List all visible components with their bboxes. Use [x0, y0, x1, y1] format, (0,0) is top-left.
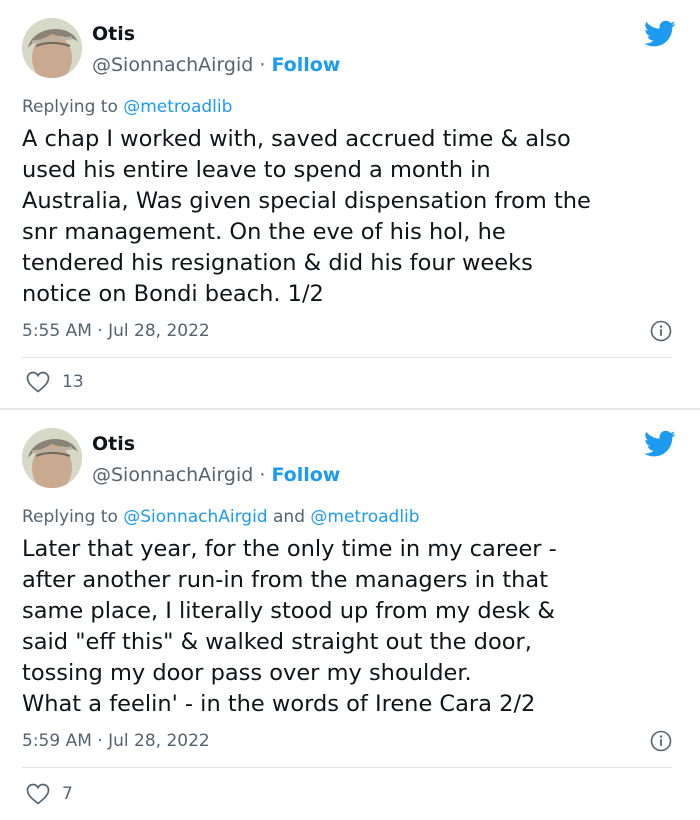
tweet-text-line: tendered his resignation & did his four …: [22, 250, 533, 276]
avatar[interactable]: [22, 428, 82, 488]
tweet-text-line: tossing my door pass over my shoulder.: [22, 660, 472, 686]
display-name[interactable]: Otis: [92, 432, 340, 456]
tweet-text-line: Australia, Was given special dispensatio…: [22, 188, 591, 214]
tweet-text-line: A chap I worked with, saved accrued time…: [22, 126, 571, 152]
tweet-text-line: same place, I literally stood up from my…: [22, 598, 555, 624]
divider: [22, 767, 672, 768]
divider: [22, 357, 672, 358]
tweet-text-line: What a feelin' - in the words of Irene C…: [22, 691, 536, 717]
tweet-text: A chap I worked with, saved accrued time…: [22, 124, 682, 310]
mention-joiner: and: [267, 507, 311, 527]
tweet-text-line: used his entire leave to spend a month i…: [22, 157, 491, 183]
tweet-text-line: Later that year, for the only time in my…: [22, 536, 557, 562]
display-name[interactable]: Otis: [92, 22, 340, 46]
separator-dot: ·: [253, 54, 272, 76]
author-block: Otis @SionnachAirgid · Follow: [92, 22, 340, 78]
twitter-bird-icon[interactable]: [644, 430, 676, 458]
tweet-timestamp[interactable]: 5:59 AM · Jul 28, 2022: [22, 730, 210, 752]
replying-to-line: Replying to @metroadlib: [22, 96, 232, 118]
tweet-text-line: notice on Bondi beach. 1/2: [22, 281, 324, 307]
tweet-timestamp[interactable]: 5:55 AM · Jul 28, 2022: [22, 320, 210, 342]
mention-link[interactable]: @SionnachAirgid: [123, 507, 267, 527]
replying-to-prefix: Replying to: [22, 507, 124, 527]
mention-link[interactable]: @metroadlib: [310, 507, 419, 527]
user-handle[interactable]: @SionnachAirgid: [92, 54, 253, 76]
replying-to-prefix: Replying to: [22, 97, 124, 117]
info-icon[interactable]: [650, 730, 672, 752]
like-count: 13: [62, 372, 84, 392]
tweet-card[interactable]: Otis @SionnachAirgid · Follow Replying t…: [0, 408, 700, 820]
like-count: 7: [62, 784, 73, 804]
tweet-header: Otis @SionnachAirgid · Follow: [22, 18, 678, 78]
heart-icon[interactable]: [26, 371, 50, 393]
tweet-card[interactable]: Otis @SionnachAirgid · Follow Replying t…: [0, 0, 700, 408]
user-handle[interactable]: @SionnachAirgid: [92, 464, 253, 486]
handle-row: @SionnachAirgid · Follow: [92, 462, 340, 488]
tweet-header: Otis @SionnachAirgid · Follow: [22, 428, 678, 488]
tweet-text: Later that year, for the only time in my…: [22, 534, 682, 720]
separator-dot: ·: [253, 464, 272, 486]
twitter-bird-icon[interactable]: [644, 20, 676, 48]
tweet-text-line: said "eff this" & walked straight out th…: [22, 629, 532, 655]
handle-row: @SionnachAirgid · Follow: [92, 52, 340, 78]
avatar[interactable]: [22, 18, 82, 78]
tweet-text-line: snr management. On the eve of his hol, h…: [22, 219, 506, 245]
tweet-text-line: after another run-in from the managers i…: [22, 567, 549, 593]
follow-button[interactable]: Follow: [271, 54, 340, 76]
author-block: Otis @SionnachAirgid · Follow: [92, 432, 340, 488]
follow-button[interactable]: Follow: [271, 464, 340, 486]
replying-to-line: Replying to @SionnachAirgid and @metroad…: [22, 506, 420, 528]
heart-icon[interactable]: [26, 783, 50, 805]
info-icon[interactable]: [650, 320, 672, 342]
mention-link[interactable]: @metroadlib: [123, 97, 232, 117]
